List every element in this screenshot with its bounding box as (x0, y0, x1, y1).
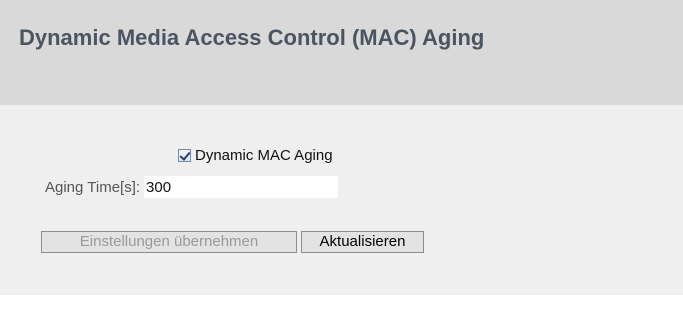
button-row: Einstellungen übernehmen Aktualisieren (41, 231, 424, 253)
refresh-button[interactable]: Aktualisieren (301, 231, 424, 253)
aging-time-label: Aging Time[s]: (45, 178, 141, 196)
dynamic-mac-aging-row: Dynamic MAC Aging (178, 145, 333, 165)
settings-panel: Dynamic MAC Aging Aging Time[s]: Einstel… (0, 105, 683, 295)
aging-time-row: Aging Time[s]: (45, 176, 339, 198)
aging-time-input[interactable] (144, 176, 339, 198)
dynamic-mac-aging-label[interactable]: Dynamic MAC Aging (195, 147, 333, 164)
page-title: Dynamic Media Access Control (MAC) Aging (19, 25, 485, 50)
page-header: Dynamic Media Access Control (MAC) Aging (0, 0, 683, 105)
settings-form: Dynamic MAC Aging Aging Time[s]: Einstel… (0, 105, 683, 295)
checkmark-icon (179, 148, 191, 161)
dynamic-mac-aging-checkbox[interactable] (178, 148, 191, 162)
apply-settings-button[interactable]: Einstellungen übernehmen (41, 231, 297, 253)
